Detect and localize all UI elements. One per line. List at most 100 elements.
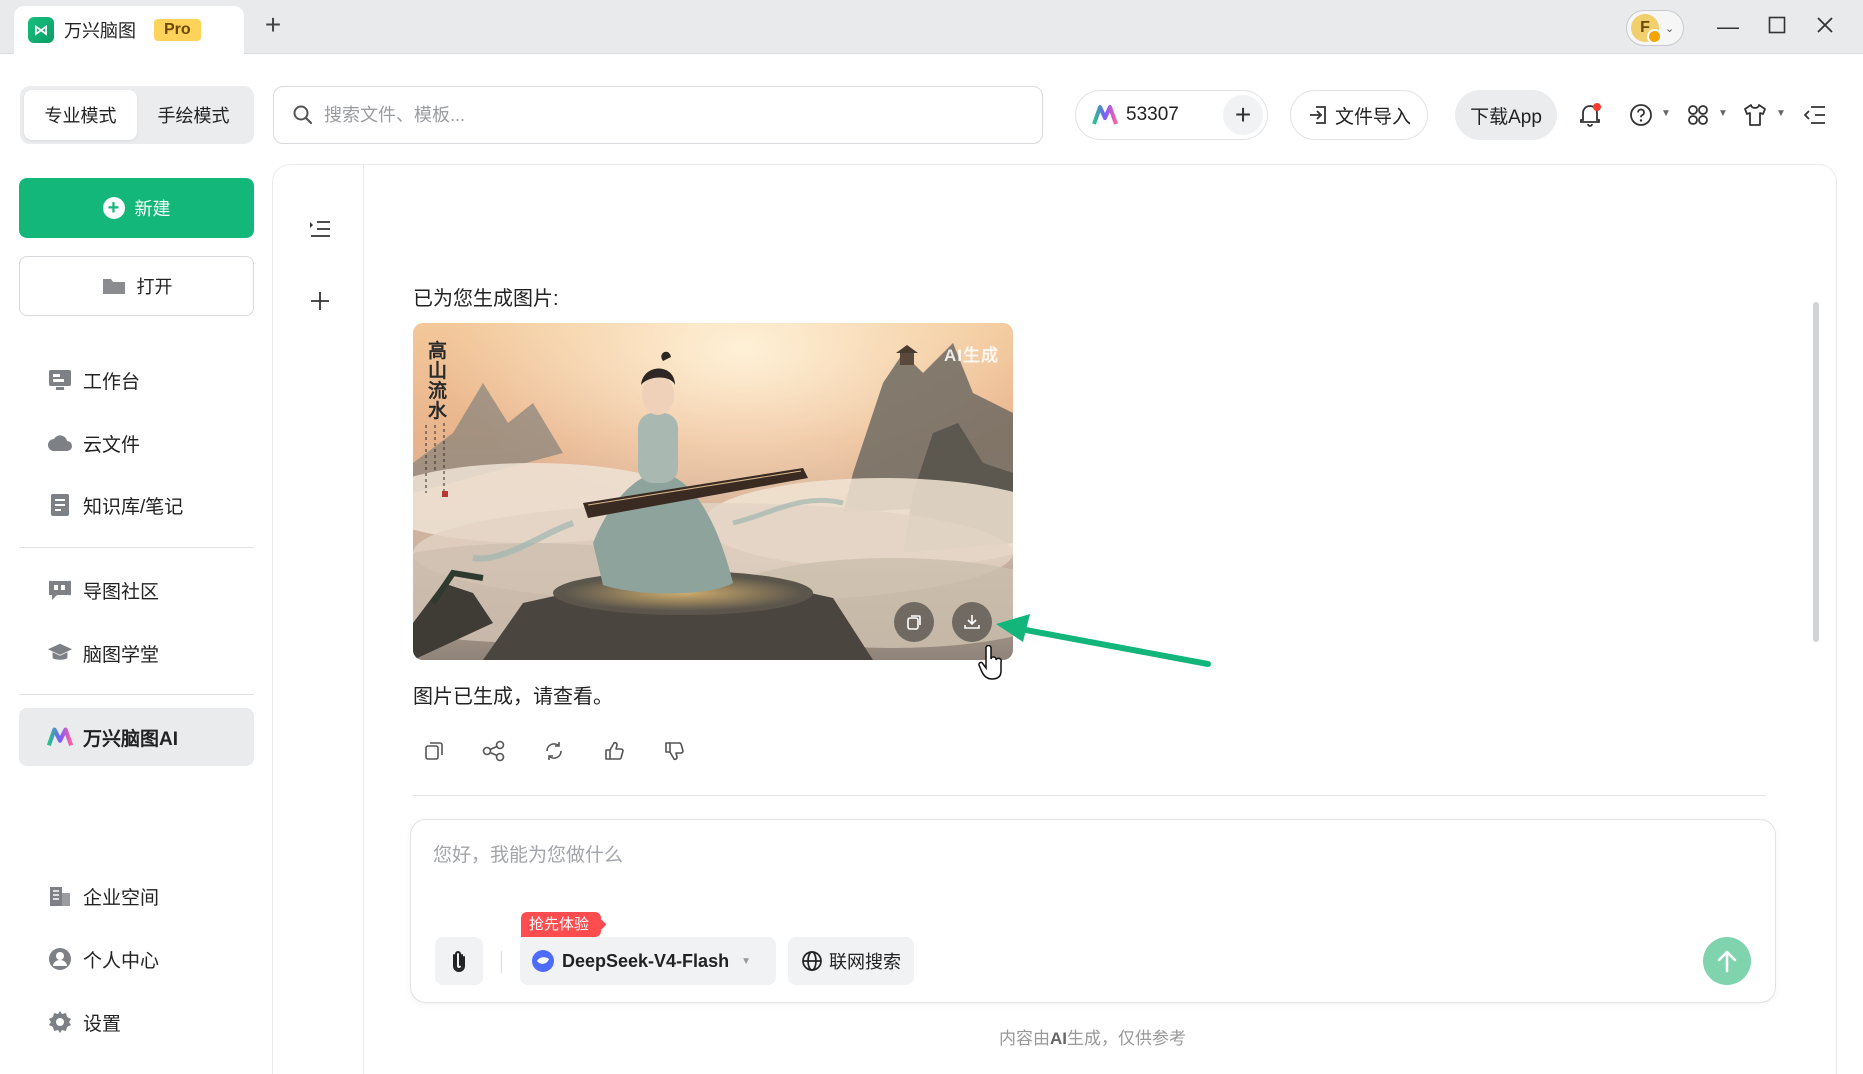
ai-points[interactable]: 53307 + bbox=[1075, 90, 1268, 140]
mode-handdrawn[interactable]: 手绘模式 bbox=[137, 90, 250, 140]
sidebar-item-enterprise[interactable]: 企业空间 bbox=[19, 867, 254, 925]
import-icon bbox=[1309, 106, 1326, 124]
open-button-label: 打开 bbox=[136, 277, 173, 297]
share-icon bbox=[482, 740, 505, 762]
deepseek-logo-icon bbox=[532, 950, 554, 972]
sidebar-item-label: 脑图学堂 bbox=[83, 644, 160, 666]
app-tab[interactable]: ⋈ 万兴脑图 Pro bbox=[14, 6, 244, 54]
help-button[interactable] bbox=[1626, 100, 1656, 130]
sidebar-item-academy[interactable]: 脑图学堂 bbox=[19, 624, 254, 682]
mode-switch: 专业模式 手绘模式 bbox=[20, 86, 254, 144]
sidebar-divider bbox=[19, 694, 254, 695]
maximize-button[interactable] bbox=[1762, 12, 1792, 42]
sidebar-item-profile[interactable]: 个人中心 bbox=[19, 930, 254, 988]
done-message: 图片已生成，请查看。 bbox=[413, 686, 613, 708]
painting-title-char: 流 bbox=[428, 379, 447, 402]
community-icon bbox=[47, 577, 73, 603]
dislike-button[interactable] bbox=[660, 737, 688, 765]
sidebar-item-ai[interactable]: 万兴脑图AI bbox=[19, 708, 254, 766]
ai-disclaimer: 内容由AI生成，仅供参考 bbox=[0, 1024, 1863, 1049]
list-indent-icon bbox=[310, 221, 330, 237]
chevron-down-icon: ▼ bbox=[741, 955, 751, 967]
new-button-label: 新建 bbox=[134, 199, 171, 219]
regenerate-button[interactable] bbox=[540, 737, 568, 765]
download-icon bbox=[964, 615, 980, 629]
annotation-arrow bbox=[996, 614, 1211, 667]
apps-dropdown-icon[interactable]: ▼ bbox=[1718, 108, 1728, 119]
paperclip-icon bbox=[453, 951, 465, 972]
chevron-down-icon: ⌄ bbox=[1665, 22, 1675, 35]
download-image-button[interactable] bbox=[952, 602, 992, 642]
collapse-panel-button[interactable] bbox=[1800, 100, 1830, 130]
new-tab-button[interactable]: + bbox=[258, 10, 288, 40]
copy-answer-button[interactable] bbox=[420, 737, 448, 765]
sidebar-item-community[interactable]: 导图社区 bbox=[19, 561, 254, 619]
sidebar-item-label: 知识库/笔记 bbox=[83, 496, 184, 518]
generated-intro-text: 已为您生成图片: bbox=[413, 288, 559, 310]
share-button[interactable] bbox=[480, 737, 508, 765]
send-button[interactable] bbox=[1703, 937, 1751, 985]
plus-circle-icon: + bbox=[102, 197, 125, 219]
sidebar-item-label: 企业空间 bbox=[83, 887, 160, 909]
disclaimer-ai: AI bbox=[1050, 1029, 1067, 1048]
chat-composer: 抢先体验 DeepSeek-V4-Flash ▼ 联网搜索 bbox=[410, 819, 1776, 1003]
folder-icon bbox=[102, 279, 125, 294]
apps-button[interactable] bbox=[1683, 100, 1713, 130]
thumbs-up-icon bbox=[605, 741, 624, 760]
notification-button[interactable] bbox=[1575, 100, 1605, 130]
add-points-button[interactable]: + bbox=[1223, 95, 1263, 135]
web-search-toggle[interactable]: 联网搜索 bbox=[788, 937, 914, 985]
open-button[interactable]: 打开 bbox=[19, 256, 254, 316]
regenerate-icon bbox=[546, 742, 562, 760]
close-button[interactable] bbox=[1810, 12, 1840, 42]
disclaimer-suffix: 生成，仅供参考 bbox=[1067, 1029, 1186, 1048]
copy-icon bbox=[907, 615, 921, 630]
user-icon bbox=[47, 946, 73, 972]
bell-icon bbox=[1580, 103, 1601, 127]
skin-dropdown-icon[interactable]: ▼ bbox=[1776, 108, 1786, 119]
workbench-icon bbox=[47, 367, 73, 393]
history-list-button[interactable] bbox=[305, 214, 335, 244]
pro-badge: Pro bbox=[154, 19, 201, 41]
app-logo-icon: ⋈ bbox=[28, 17, 54, 43]
model-selector[interactable]: DeepSeek-V4-Flash ▼ bbox=[520, 937, 776, 985]
chat-input[interactable] bbox=[433, 840, 1733, 890]
file-import-button[interactable]: 文件导入 bbox=[1290, 90, 1428, 140]
hand-cursor-icon bbox=[978, 645, 1002, 680]
new-chat-button[interactable] bbox=[305, 286, 335, 316]
skin-button[interactable] bbox=[1740, 100, 1770, 130]
sidebar-item-label: 云文件 bbox=[83, 434, 141, 456]
composer-separator bbox=[501, 951, 502, 973]
globe-icon bbox=[802, 951, 822, 971]
graduation-cap-icon bbox=[47, 640, 73, 666]
help-dropdown-icon[interactable]: ▼ bbox=[1661, 108, 1671, 119]
close-icon bbox=[1817, 17, 1833, 33]
generated-image[interactable]: 高 山 流 水 AI生成 bbox=[413, 323, 1013, 660]
chat-divider bbox=[413, 795, 1766, 796]
painting-title-char: 高 bbox=[428, 339, 447, 362]
sidebar-item-label: 个人中心 bbox=[83, 950, 160, 972]
points-count: 53307 bbox=[1126, 104, 1179, 125]
attach-button[interactable] bbox=[435, 937, 483, 985]
new-button[interactable]: + 新建 bbox=[19, 178, 254, 238]
like-button[interactable] bbox=[600, 737, 628, 765]
ai-logo-icon bbox=[1092, 105, 1118, 125]
copy-image-button[interactable] bbox=[894, 602, 934, 642]
sidebar-item-label: 万兴脑图AI bbox=[83, 728, 179, 750]
sidebar-item-knowledge[interactable]: 知识库/笔记 bbox=[19, 476, 254, 534]
chat-scrollbar[interactable] bbox=[1813, 302, 1819, 642]
enterprise-icon bbox=[47, 883, 73, 909]
search-bar bbox=[273, 86, 1043, 144]
sidebar-item-workbench[interactable]: 工作台 bbox=[19, 351, 254, 409]
ai-logo-icon bbox=[47, 724, 73, 750]
sidebar-divider bbox=[19, 547, 254, 548]
minimize-button[interactable]: — bbox=[1713, 12, 1743, 42]
copy-icon bbox=[425, 742, 443, 760]
download-app-button[interactable]: 下载App bbox=[1455, 90, 1557, 140]
promo-badge: 抢先体验 bbox=[521, 912, 602, 937]
sidebar-item-cloud[interactable]: 云文件 bbox=[19, 414, 254, 472]
search-input[interactable] bbox=[324, 104, 974, 126]
help-icon bbox=[1630, 104, 1652, 126]
mode-professional[interactable]: 专业模式 bbox=[24, 90, 137, 140]
account-avatar[interactable]: F ⌄ bbox=[1626, 10, 1684, 46]
